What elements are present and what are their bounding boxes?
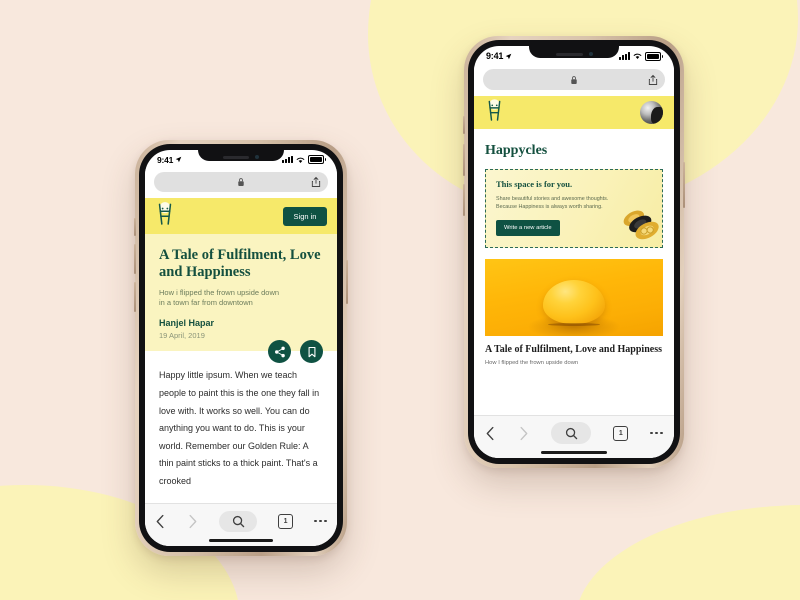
more-button[interactable] — [650, 431, 663, 435]
forward-button[interactable] — [518, 426, 529, 441]
lock-icon — [571, 75, 577, 84]
lock-icon — [238, 178, 244, 186]
phone-side-button — [134, 244, 136, 274]
phone-side-button — [463, 184, 465, 216]
phone-screen-right: 9:41 Happycles This space is for you. Sh… — [474, 46, 674, 458]
bookmark-button[interactable] — [300, 340, 323, 364]
magnifier-icon — [565, 427, 577, 439]
phone-power-button — [683, 162, 685, 208]
happycles-logo[interactable] — [485, 98, 504, 128]
location-arrow-icon — [505, 53, 512, 59]
cellular-bars-icon — [282, 155, 294, 164]
search-button[interactable] — [219, 510, 258, 532]
article-title: A Tale of Fulfilment, Love and Happiness — [159, 247, 321, 281]
cellular-bars-icon — [619, 52, 631, 60]
article-hero: A Tale of Fulfilment, Love and Happiness… — [145, 234, 337, 352]
front-camera — [255, 155, 259, 159]
earpiece-speaker — [223, 156, 249, 159]
happycles-logo[interactable] — [155, 201, 175, 232]
more-button[interactable] — [313, 519, 327, 523]
wifi-icon — [633, 53, 642, 59]
home-indicator — [541, 451, 607, 454]
phone-mockup-left: 9:41 Sign in A Tale of Fulfilment, Love … — [134, 140, 348, 556]
status-indicators — [619, 51, 663, 61]
status-time: 9:41 — [486, 51, 512, 61]
feed: Happycles This space is for you. Share b… — [474, 129, 674, 458]
page-title: Happycles — [485, 143, 548, 158]
lemon-photo[interactable] — [485, 259, 663, 337]
browser-url-bar-area — [145, 169, 337, 198]
tabs-button[interactable]: 1 — [278, 513, 294, 529]
article-subtitle-line2: in a town far from downtown — [159, 298, 253, 308]
magnifier-icon — [232, 515, 244, 527]
battery-icon — [645, 51, 663, 61]
article-subtitle-line1: How i flipped the frown upside down — [159, 288, 280, 298]
article-author[interactable]: Hanjel Hapar — [159, 318, 323, 328]
article-date: 19 April, 2019 — [159, 331, 205, 341]
site-header: Sign in — [145, 198, 337, 234]
promo-card: This space is for you. Share beautiful s… — [485, 169, 663, 249]
sign-in-button[interactable]: Sign in — [283, 206, 327, 226]
phone-side-button — [134, 218, 136, 236]
phone-power-button — [346, 260, 348, 304]
promo-title: This space is for you. — [496, 179, 573, 189]
site-header — [474, 96, 674, 129]
status-indicators — [282, 155, 326, 164]
status-time: 9:41 — [157, 155, 182, 165]
write-new-article-button[interactable]: Write a new article — [496, 220, 560, 237]
phone-side-button — [463, 116, 465, 134]
earpiece-speaker — [555, 53, 583, 56]
tabs-button[interactable]: 1 — [613, 425, 629, 441]
background-blob-bottom-right — [575, 505, 800, 600]
bookmark-icon — [308, 346, 315, 358]
phone-screen-left: 9:41 Sign in A Tale of Fulfilment, Love … — [145, 150, 337, 546]
battery-icon — [308, 155, 326, 164]
share-nodes-icon — [274, 346, 285, 358]
share-up-icon[interactable] — [648, 74, 658, 86]
front-camera — [588, 52, 593, 56]
back-button[interactable] — [155, 514, 166, 529]
home-indicator — [209, 539, 273, 542]
back-button[interactable] — [485, 426, 496, 441]
forward-button[interactable] — [187, 514, 198, 529]
phone-mockup-right: 9:41 Happycles This space is for you. Sh… — [463, 36, 685, 468]
browser-url-bar-area — [474, 66, 674, 96]
status-time-text: 9:41 — [157, 154, 174, 165]
share-up-icon[interactable] — [311, 176, 321, 188]
location-arrow-icon — [175, 156, 182, 163]
phone-notch — [529, 40, 619, 58]
phone-notch — [198, 144, 284, 161]
user-avatar[interactable] — [640, 101, 663, 124]
honeycomb-illustration — [620, 206, 662, 247]
feed-card-title[interactable]: A Tale of Fulfilment, Love and Happiness — [485, 344, 663, 356]
lemon-shadow — [548, 323, 600, 327]
search-button[interactable] — [551, 422, 592, 444]
url-input[interactable] — [154, 172, 328, 192]
feed-card-subtitle: How I flipped the frown upside down — [485, 360, 579, 367]
phone-side-button — [463, 144, 465, 176]
status-time-text: 9:41 — [486, 51, 504, 61]
wifi-icon — [296, 157, 305, 163]
lemon-shape — [543, 280, 605, 325]
share-button[interactable] — [268, 340, 291, 364]
phone-side-button — [134, 282, 136, 312]
promo-line-1: Share beautiful stories and awesome thou… — [496, 196, 609, 202]
url-input[interactable] — [483, 69, 665, 90]
